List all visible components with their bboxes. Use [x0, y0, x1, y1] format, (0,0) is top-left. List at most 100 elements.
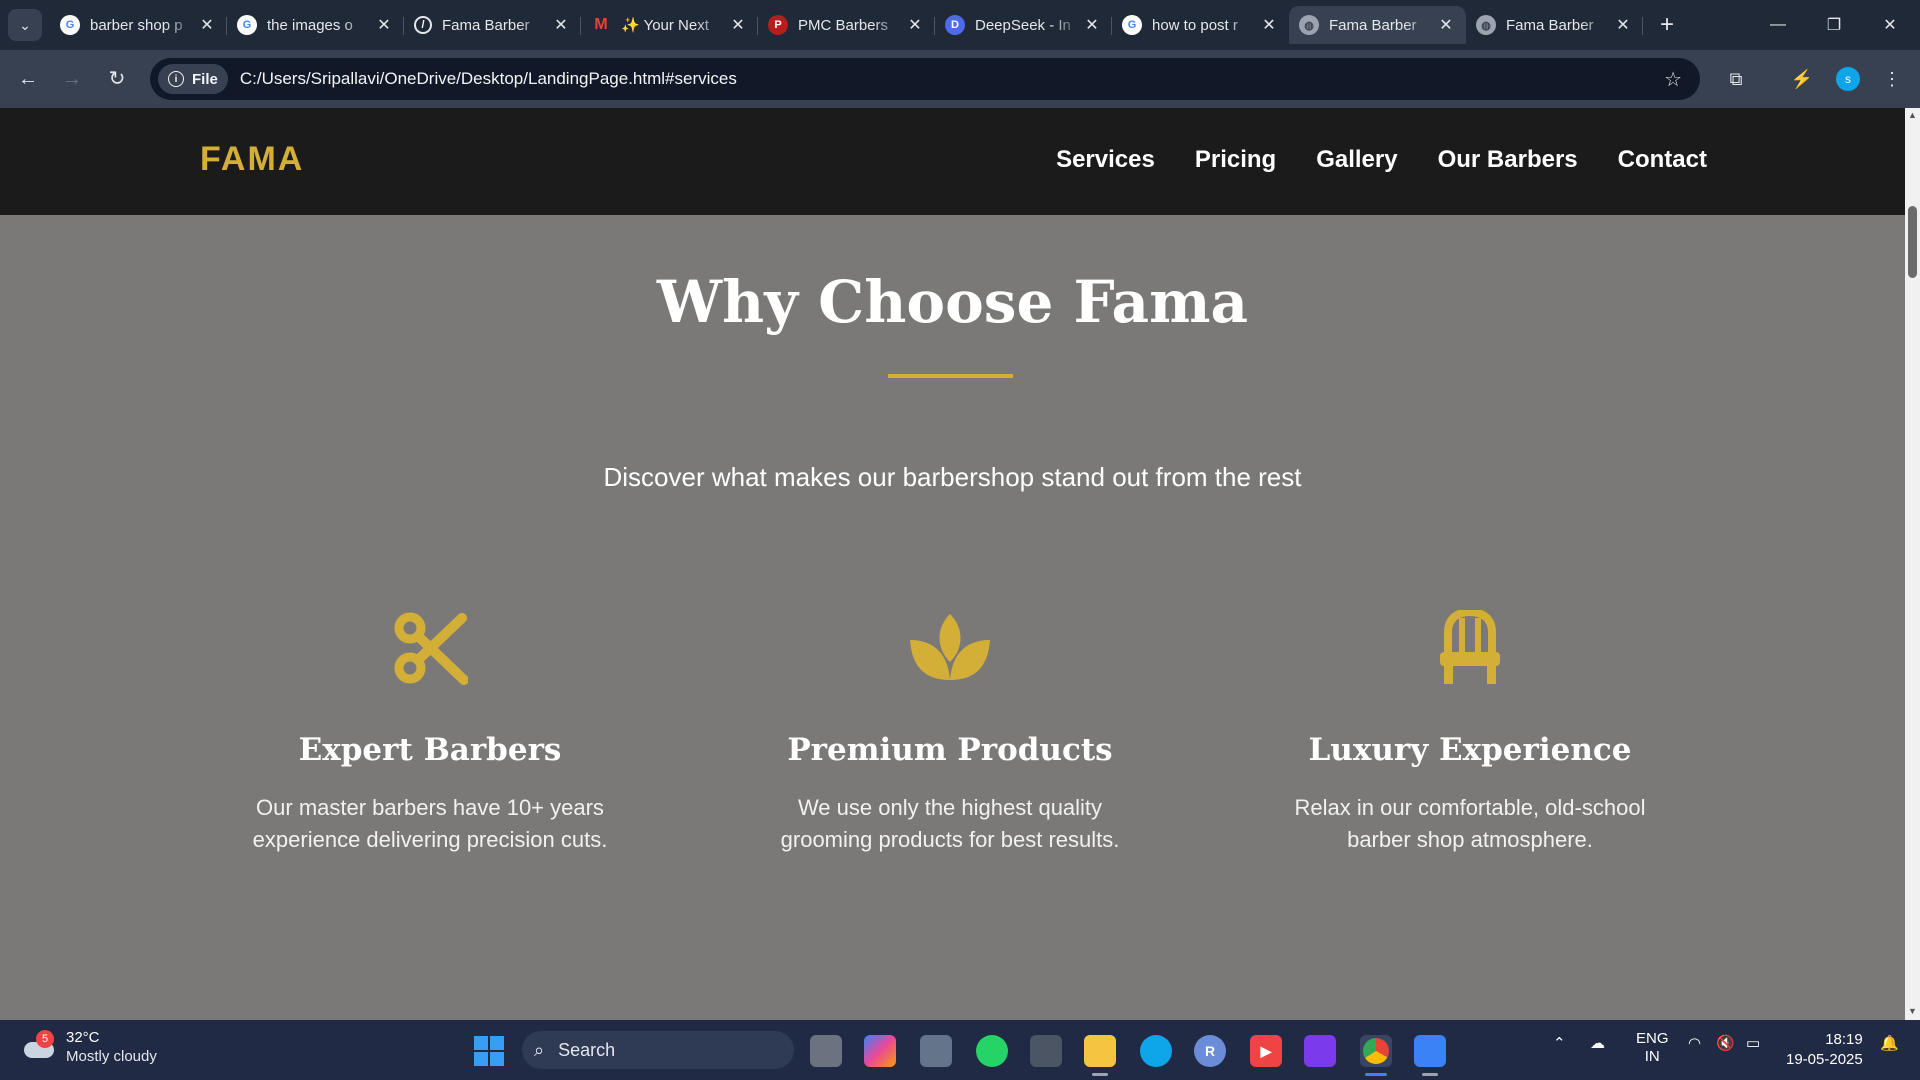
back-arrow-icon[interactable]: ←: [12, 63, 44, 95]
taskbar-search[interactable]: ⌕ Search: [522, 1031, 794, 1069]
system-clock[interactable]: 18:19 19-05-2025: [1786, 1030, 1863, 1070]
browser-tab[interactable]: P PMC Barbers ✕: [758, 6, 935, 44]
scroll-thumb[interactable]: [1908, 206, 1917, 278]
extensions-icon[interactable]: ⧉: [1722, 65, 1750, 93]
info-icon: i: [168, 71, 184, 87]
task-view-icon[interactable]: [810, 1035, 842, 1067]
chevron-down-icon: ⌄: [19, 16, 31, 33]
browser-tab[interactable]: G barber shop p ✕: [50, 6, 227, 44]
performance-icon[interactable]: ⚡: [1788, 65, 1816, 93]
close-icon[interactable]: ✕: [1436, 15, 1456, 35]
feature-card: Expert Barbers Our master barbers have 1…: [220, 608, 640, 856]
close-icon[interactable]: ✕: [551, 15, 571, 35]
tab-title: PMC Barbers: [798, 16, 889, 34]
nav-link-gallery[interactable]: Gallery: [1316, 146, 1397, 174]
onedrive-icon[interactable]: ☁: [1590, 1034, 1605, 1052]
whatsapp-icon[interactable]: [976, 1035, 1008, 1067]
close-icon[interactable]: ✕: [374, 15, 394, 35]
notepad-icon[interactable]: [1414, 1035, 1446, 1076]
browser-tab[interactable]: / Fama Barber ✕: [404, 6, 581, 44]
feature-card: Luxury Experience Relax in our comfortab…: [1260, 608, 1680, 856]
copilot-icon[interactable]: [864, 1035, 896, 1067]
page-viewport: FAMA Services Pricing Gallery Our Barber…: [0, 108, 1905, 1020]
clock-time: 18:19: [1825, 1031, 1863, 1048]
running-indicator: [1422, 1073, 1438, 1076]
browser-tab[interactable]: M ✨ Your Next ✕: [581, 6, 758, 44]
clock-date: 19-05-2025: [1786, 1051, 1863, 1068]
menu-kebab-icon[interactable]: ⋮: [1878, 65, 1906, 93]
url-text[interactable]: C:/Users/Sripallavi/OneDrive/Desktop/Lan…: [240, 69, 737, 89]
minimize-icon[interactable]: —: [1750, 0, 1806, 50]
file-explorer-icon[interactable]: [1084, 1035, 1116, 1076]
chip-label: File: [192, 70, 218, 88]
volume-muted-icon[interactable]: 🔇: [1716, 1034, 1735, 1052]
browser-tab[interactable]: D DeepSeek - In ✕: [935, 6, 1112, 44]
search-icon: ⌕: [534, 1039, 545, 1060]
close-icon[interactable]: ✕: [197, 15, 217, 35]
nav-link-our-barbers[interactable]: Our Barbers: [1438, 146, 1578, 174]
nav-link-services[interactable]: Services: [1056, 146, 1155, 174]
browser-tab[interactable]: G how to post r ✕: [1112, 6, 1289, 44]
google-icon: G: [237, 15, 257, 35]
gmail-icon: M: [594, 16, 608, 33]
reload-icon[interactable]: ↻: [101, 63, 133, 95]
weather-widget[interactable]: 5 32°C Mostly cloudy: [22, 1028, 157, 1066]
photos-icon[interactable]: [920, 1035, 952, 1067]
close-icon[interactable]: ✕: [728, 15, 748, 35]
browser-tab[interactable]: ◍ Fama Barber ✕: [1466, 6, 1643, 44]
r-app-icon[interactable]: R: [1194, 1035, 1226, 1067]
chrome-icon[interactable]: [1360, 1035, 1392, 1076]
notifications-icon[interactable]: 🔔: [1880, 1034, 1899, 1052]
nav-link-contact[interactable]: Contact: [1618, 146, 1707, 174]
bookmark-star-icon[interactable]: ☆: [1664, 67, 1682, 92]
edge-icon[interactable]: [1140, 1035, 1172, 1067]
profile-avatar[interactable]: s: [1836, 67, 1860, 91]
close-icon[interactable]: ✕: [1613, 15, 1633, 35]
language-indicator[interactable]: ENG IN: [1636, 1030, 1669, 1066]
address-bar[interactable]: i File C:/Users/Sripallavi/OneDrive/Desk…: [150, 58, 1700, 100]
tab-title: barber shop p: [90, 16, 183, 34]
close-icon[interactable]: ✕: [1082, 15, 1102, 35]
scroll-down-icon[interactable]: ▼: [1905, 1006, 1920, 1020]
browser-toolbar: ← → ↻ i File C:/Users/Sripallavi/OneDriv…: [0, 50, 1920, 108]
close-icon[interactable]: ✕: [1259, 15, 1279, 35]
window-close-icon[interactable]: ✕: [1862, 0, 1918, 50]
tab-title: Fama Barber: [1329, 16, 1417, 34]
tab-title: the images o: [267, 16, 353, 34]
scroll-up-icon[interactable]: ▲: [1905, 110, 1920, 124]
scissors-icon: [220, 608, 640, 688]
browser-tab-active[interactable]: ◍ Fama Barber ✕: [1289, 6, 1466, 44]
tab-title: Fama Barber: [1506, 16, 1594, 34]
feature-text: Our master barbers have 10+ years experi…: [252, 795, 608, 852]
site-logo[interactable]: FAMA: [200, 140, 304, 179]
visual-studio-icon[interactable]: [1304, 1035, 1336, 1067]
tab-search-button[interactable]: ⌄: [8, 9, 42, 41]
site-nav: Services Pricing Gallery Our Barbers Con…: [1056, 146, 1707, 174]
restore-icon[interactable]: ❐: [1806, 0, 1862, 50]
wifi-icon[interactable]: ◠: [1688, 1034, 1701, 1052]
pmc-icon: P: [768, 15, 788, 35]
browser-tab[interactable]: G the images o ✕: [227, 6, 404, 44]
forward-arrow-icon[interactable]: →: [56, 63, 88, 95]
feature-text: Relax in our comfortable, old-school bar…: [1294, 795, 1646, 852]
google-icon: G: [1122, 15, 1142, 35]
title-divider: [888, 374, 1013, 378]
globe-icon: ◍: [1476, 15, 1496, 35]
site-header: FAMA Services Pricing Gallery Our Barber…: [0, 108, 1905, 215]
close-icon[interactable]: ✕: [905, 15, 925, 35]
microsoft-store-icon[interactable]: [1030, 1035, 1062, 1067]
google-icon: G: [60, 15, 80, 35]
page-scrollbar[interactable]: ▲ ▼: [1905, 108, 1920, 1020]
youtube-icon[interactable]: ▶: [1250, 1035, 1282, 1067]
battery-icon[interactable]: ▭: [1746, 1034, 1760, 1052]
chevron-up-icon[interactable]: ⌃: [1553, 1034, 1566, 1052]
new-tab-button[interactable]: +: [1652, 10, 1682, 40]
active-indicator: [1365, 1073, 1387, 1076]
region-code: IN: [1644, 1048, 1660, 1065]
tab-title: DeepSeek - In: [975, 16, 1071, 34]
feature-title: Luxury Experience: [1308, 732, 1632, 768]
nav-link-pricing[interactable]: Pricing: [1195, 146, 1276, 174]
lotus-icon: [740, 608, 1160, 688]
windows-start-icon[interactable]: [474, 1036, 504, 1066]
site-info-chip[interactable]: i File: [158, 64, 228, 94]
